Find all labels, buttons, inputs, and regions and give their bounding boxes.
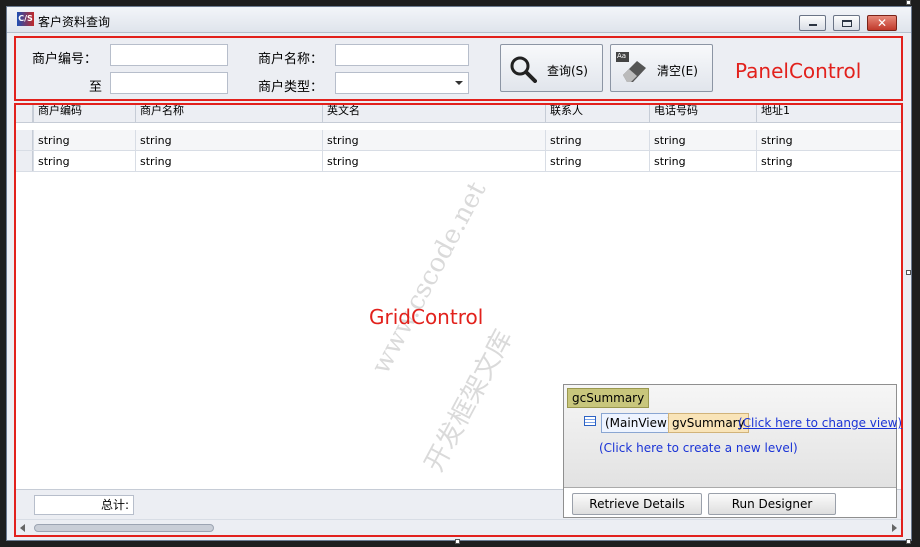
- grid-control-caption: GridControl: [369, 305, 484, 329]
- merchant-type-label: 商户类型：: [258, 80, 324, 95]
- grid-header: 商户编码 商户名称 英文名 联系人 电话号码 地址1: [16, 105, 901, 123]
- query-button[interactable]: 查询(S): [500, 44, 603, 92]
- maximize-icon: [842, 20, 852, 27]
- resize-handle[interactable]: [455, 539, 460, 544]
- change-view-link[interactable]: (Click here to change view): [738, 414, 902, 432]
- customer-query-window: C/S 客户资料查询 ✕ 商户编号： 至 商户名称： 商户类型： 查询(S) A…: [6, 6, 912, 541]
- table-cell[interactable]: string: [756, 130, 901, 151]
- table-cell[interactable]: string: [33, 151, 135, 172]
- designer-button-bar: Retrieve Details Run Designer: [564, 487, 896, 517]
- chevron-down-icon: [455, 81, 463, 85]
- table-cell[interactable]: string: [649, 151, 756, 172]
- table-row[interactable]: string string string string string strin…: [16, 130, 901, 151]
- column-header[interactable]: 联系人: [545, 105, 649, 122]
- table-cell[interactable]: string: [756, 151, 901, 172]
- merchant-code-from-input[interactable]: [110, 44, 228, 66]
- clear-button[interactable]: Aa 清空(E): [610, 44, 713, 92]
- table-cell[interactable]: string: [322, 130, 545, 151]
- scroll-thumb[interactable]: [34, 524, 214, 532]
- title-bar[interactable]: C/S 客户资料查询 ✕: [7, 7, 911, 33]
- clear-icon-text: Aa: [617, 52, 627, 60]
- table-cell[interactable]: string: [649, 130, 756, 151]
- gc-summary-tag[interactable]: gcSummary: [567, 388, 650, 408]
- merchant-code-to-input[interactable]: [110, 72, 228, 94]
- table-row[interactable]: string string string string string strin…: [16, 151, 901, 172]
- panel-control: 商户编号： 至 商户名称： 商户类型： 查询(S) Aa 清空(E) Panel…: [14, 36, 903, 101]
- to-label: 至: [89, 80, 103, 95]
- table-cell[interactable]: string: [545, 151, 649, 172]
- merchant-name-input[interactable]: [335, 44, 469, 66]
- run-designer-button[interactable]: Run Designer: [708, 493, 836, 515]
- table-cell[interactable]: string: [135, 151, 322, 172]
- close-button[interactable]: ✕: [867, 15, 897, 31]
- column-header[interactable]: 电话号码: [649, 105, 756, 122]
- close-icon: ✕: [876, 16, 888, 30]
- table-cell[interactable]: string: [33, 130, 135, 151]
- column-header[interactable]: 商户编码: [33, 105, 135, 122]
- scroll-right-icon[interactable]: [892, 524, 897, 532]
- scroll-left-icon[interactable]: [20, 524, 25, 532]
- panel-control-caption: PanelControl: [735, 59, 862, 83]
- grid-level-designer: gcSummary (MainView) gvSummary (Click he…: [563, 384, 902, 518]
- clear-button-label: 清空(E): [657, 64, 698, 78]
- search-icon: [510, 56, 537, 83]
- query-button-label: 查询(S): [547, 64, 588, 78]
- merchant-type-select[interactable]: [335, 72, 469, 94]
- header-indicator: [16, 105, 33, 122]
- watermark-text: 开发框架文库: [419, 325, 520, 477]
- window-title: 客户资料查询: [38, 15, 111, 29]
- column-header[interactable]: 地址1: [756, 105, 901, 122]
- table-cell[interactable]: string: [135, 130, 322, 151]
- resize-handle[interactable]: [906, 0, 911, 5]
- row-indicator: [16, 151, 33, 171]
- column-header[interactable]: 商户名称: [135, 105, 322, 122]
- row-indicator: [16, 130, 33, 150]
- retrieve-details-button[interactable]: Retrieve Details: [572, 493, 702, 515]
- horizontal-scrollbar[interactable]: [16, 519, 901, 535]
- grid-view-icon: [584, 416, 596, 426]
- merchant-code-label: 商户编号：: [32, 52, 98, 67]
- table-cell[interactable]: string: [322, 151, 545, 172]
- column-header[interactable]: 英文名: [322, 105, 545, 122]
- app-icon: C/S: [17, 12, 34, 26]
- resize-handle[interactable]: [906, 539, 911, 544]
- merchant-name-label: 商户名称：: [258, 52, 324, 67]
- minimize-icon: [809, 24, 817, 26]
- table-cell[interactable]: string: [545, 130, 649, 151]
- resize-handle[interactable]: [906, 270, 911, 275]
- maximize-button[interactable]: [833, 15, 860, 31]
- total-summary: 总计:: [34, 495, 134, 515]
- create-level-link[interactable]: (Click here to create a new level): [599, 439, 798, 457]
- minimize-button[interactable]: [799, 15, 826, 31]
- gv-summary-tag[interactable]: gvSummary: [668, 413, 749, 433]
- mainview-tag: (MainView): [601, 413, 676, 433]
